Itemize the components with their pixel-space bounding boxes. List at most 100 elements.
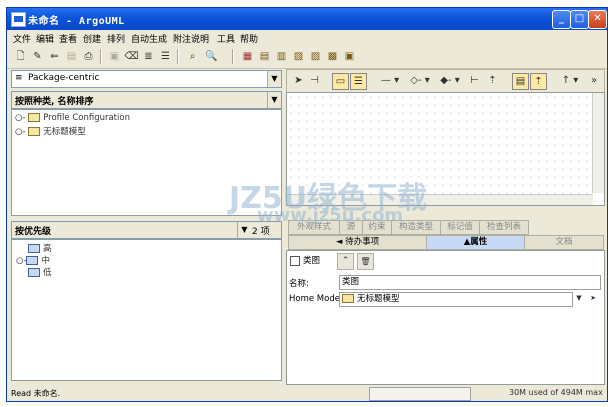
maximize-button[interactable]: □ <box>570 10 589 29</box>
toolbar-separator <box>100 49 102 64</box>
delete-disabled-icon[interactable]: ▣ <box>107 49 122 64</box>
state-diagram-icon[interactable]: ▥ <box>274 49 289 64</box>
generalization-icon[interactable]: ⇡ <box>485 73 500 88</box>
navigate-up-icon[interactable]: ⌃ <box>337 253 354 270</box>
name-field[interactable]: 类图 <box>339 275 601 290</box>
more-tools-icon[interactable]: ↑ ▾ <box>557 73 583 88</box>
folder-icon <box>28 113 41 122</box>
toolbar-separator <box>232 49 234 64</box>
todo-priority-medium[interactable]: ○- 中 <box>16 254 50 266</box>
activity-diagram-icon[interactable]: ▧ <box>291 49 306 64</box>
broom-icon[interactable]: ⊣ <box>307 73 322 88</box>
class-diagram-icon <box>290 255 300 266</box>
todo-priority-low[interactable]: 低 <box>28 266 52 278</box>
expand-icon[interactable]: ○- <box>15 113 25 123</box>
menu-tools[interactable]: 工具 <box>217 32 235 45</box>
minimize-button[interactable]: _ <box>552 10 571 29</box>
menu-file[interactable]: 文件 <box>13 32 31 45</box>
tree-item-profile[interactable]: ○- Profile Configuration <box>15 113 130 123</box>
properties-header: 类图 <box>290 254 320 266</box>
folder-icon <box>28 127 41 136</box>
priority-icon <box>28 244 40 253</box>
zoom-icon[interactable]: 🔍 <box>204 49 219 64</box>
close-button[interactable]: ✕ <box>588 10 607 29</box>
perspective-icon: ≡ <box>15 73 23 83</box>
find-icon[interactable]: ⌕ <box>185 49 200 64</box>
todo-order-combo[interactable]: 按优先级 2 项 ▼ <box>11 221 282 239</box>
ellipsis-icon[interactable]: » <box>589 73 599 88</box>
main-toolbar: 🗋 ✎ ⇐ ▤ ⎙ ▣ ⌫ ≣ ☰ ⌕ 🔍 ▦ ▤ ▥ ▧ ▨ ▩ ▣ <box>7 45 607 69</box>
name-label: 名称: <box>289 279 309 289</box>
composition-icon[interactable]: ◆- ▾ <box>437 73 463 88</box>
copy-icon[interactable]: ≣ <box>141 49 156 64</box>
chevron-down-icon[interactable]: ▼ <box>237 222 251 238</box>
home-model-label: Home Model: <box>289 294 346 304</box>
app-icon <box>11 12 26 27</box>
realization-icon[interactable]: ⇡ <box>530 73 547 90</box>
tab-todo[interactable]: ◄ 待办事项 <box>288 235 427 250</box>
association-icon[interactable]: — ▾ <box>377 73 403 88</box>
todo-order-value: 按优先级 <box>15 227 52 237</box>
perspective-combo[interactable]: ≡ Package-centric ▼ <box>11 70 282 88</box>
argouml-window: 未命名 - ArgoUML _ □ ✕ 文件 编辑 查看 创建 排列 自动生成 … <box>6 7 608 402</box>
menu-help[interactable]: 帮助 <box>240 32 258 45</box>
menu-arrange[interactable]: 排列 <box>107 32 125 45</box>
order-value: 按照种类, 名称排序 <box>15 97 94 107</box>
menu-edit[interactable]: 编辑 <box>36 32 54 45</box>
print-icon[interactable]: ⎙ <box>81 49 96 64</box>
home-model-combo[interactable]: 无标题模型 <box>339 292 573 307</box>
new-file-icon[interactable]: 🗋 <box>13 49 28 64</box>
chevron-down-icon[interactable]: ▼ <box>267 71 281 87</box>
properties-panel: 类图 ⌃ 🗑 名称: 类图 Home Model: 无标题模型 ▼ ➤ <box>286 250 605 385</box>
class-icon[interactable]: ☰ <box>350 73 367 90</box>
paste-icon[interactable]: ☰ <box>158 49 173 64</box>
watermark-url: www.jz5u.com <box>257 205 404 226</box>
tab-properties[interactable]: ▲属性 <box>426 235 525 250</box>
priority-icon <box>26 256 39 265</box>
title-bar[interactable]: 未命名 - ArgoUML _ □ ✕ <box>7 8 607 30</box>
expand-icon[interactable]: ○- <box>16 256 26 266</box>
package-icon[interactable]: ▭ <box>332 73 349 90</box>
perspective-value: Package-centric <box>28 73 100 83</box>
interface-icon[interactable]: ▤ <box>512 73 529 90</box>
toolbar-separator <box>177 49 179 64</box>
select-icon[interactable]: ➤ <box>291 73 306 88</box>
trash-icon[interactable]: 🗑 <box>357 253 374 270</box>
todo-priority-high[interactable]: 高 <box>28 242 52 254</box>
menu-create[interactable]: 创建 <box>83 32 101 45</box>
navigate-model-icon[interactable]: ➤ <box>587 292 599 305</box>
menu-critique[interactable]: 附注说明 <box>173 32 209 45</box>
usecase-diagram-icon[interactable]: ▤ <box>257 49 272 64</box>
status-bar: Read 未命名. 30M used of 494M max <box>7 386 607 401</box>
class-diagram-icon[interactable]: ▦ <box>240 49 255 64</box>
save-icon[interactable]: ⇐ <box>47 49 62 64</box>
dependency-icon[interactable]: ⊢ <box>467 73 482 88</box>
window-title: 未命名 - ArgoUML <box>28 16 125 27</box>
chevron-down-icon[interactable]: ▼ <box>573 292 585 305</box>
order-combo[interactable]: 按照种类, 名称排序 ▼ <box>11 91 282 109</box>
menu-generate[interactable]: 自动生成 <box>131 32 167 45</box>
chevron-down-icon[interactable]: ▼ <box>267 92 281 108</box>
save-as-icon[interactable]: ▤ <box>64 49 79 64</box>
deployment-diagram-icon[interactable]: ▩ <box>325 49 340 64</box>
todo-tree: 高 ○- 中 低 <box>11 239 282 381</box>
aggregation-icon[interactable]: ◇- ▾ <box>407 73 433 88</box>
status-text: Read 未命名. <box>11 389 61 398</box>
sequence-diagram-icon[interactable]: ▣ <box>342 49 357 64</box>
open-file-icon[interactable]: ✎ <box>30 49 45 64</box>
diagram-toolbar: ➤ ⊣ ▭ ☰ — ▾ ◇- ▾ ◆- ▾ ⊢ ⇡ ▤ ⇡ ↑ ▾ » <box>286 69 605 93</box>
vertical-scrollbar[interactable] <box>592 93 604 193</box>
priority-icon <box>28 268 40 277</box>
progress-box <box>369 387 471 401</box>
tab-tagged-values[interactable]: 标记值 <box>440 220 480 235</box>
tab-checklist[interactable]: 检查列表 <box>479 220 529 235</box>
expand-icon[interactable]: ○- <box>15 127 25 137</box>
menu-view[interactable]: 查看 <box>59 32 77 45</box>
memory-usage: 30M used of 494M max <box>509 388 603 397</box>
tree-item-model[interactable]: ○- 无标题模型 <box>15 125 86 137</box>
menu-bar: 文件 编辑 查看 创建 排列 自动生成 附注说明 工具 帮助 <box>7 30 607 45</box>
collaboration-diagram-icon[interactable]: ▨ <box>308 49 323 64</box>
folder-icon <box>342 294 354 303</box>
delete-icon[interactable]: ⌫ <box>124 49 139 64</box>
tab-documentation[interactable]: 文档 <box>524 235 604 250</box>
